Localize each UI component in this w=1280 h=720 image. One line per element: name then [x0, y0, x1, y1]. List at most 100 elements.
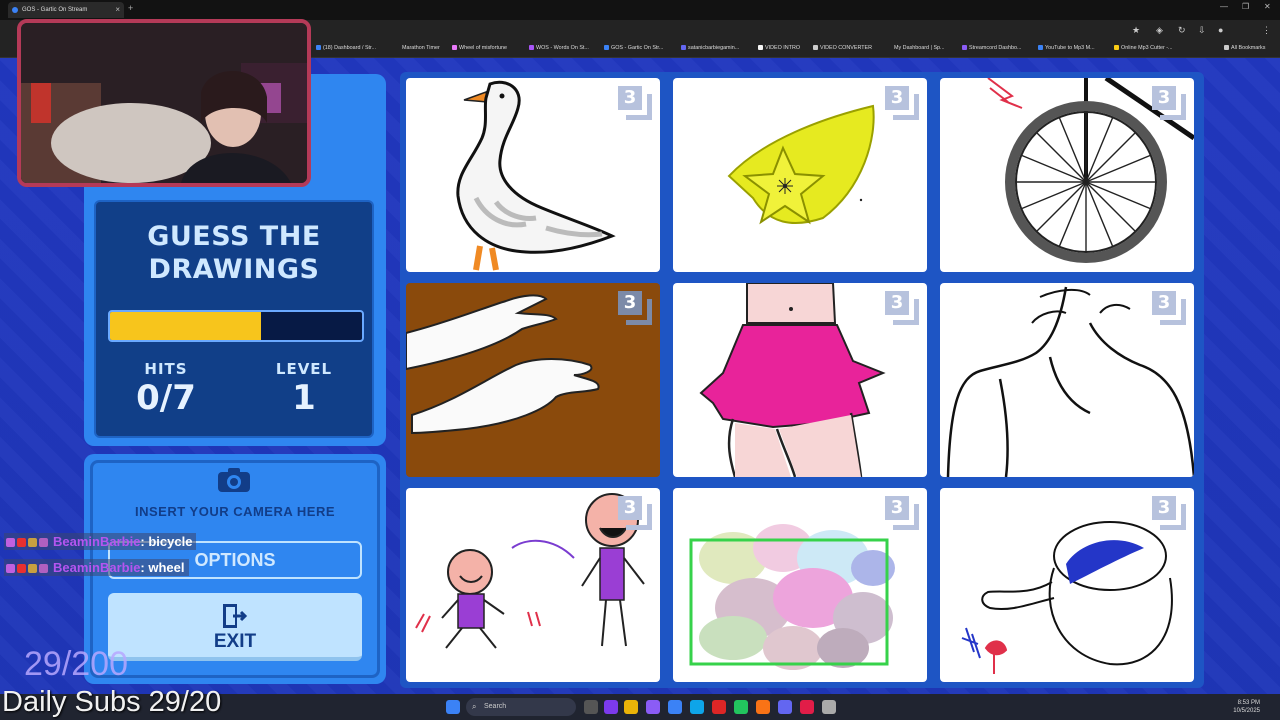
reload-icon[interactable]: ↻ — [1178, 25, 1186, 36]
page-title: GUESS THE DRAWINGS — [147, 221, 321, 285]
bookmark-item[interactable]: My Dashboard | Sp... — [894, 45, 945, 51]
bookmark-item[interactable]: GOS - Gartic On Str... — [604, 45, 663, 51]
bookmark-item[interactable]: YouTube to Mp3 M... — [1038, 45, 1095, 51]
bookmark-item[interactable]: (18) Dashboard / Str... — [316, 45, 376, 51]
app-icon[interactable] — [712, 700, 726, 714]
task-view-icon[interactable] — [584, 700, 598, 714]
badge-icon — [39, 564, 48, 573]
progress-fill — [110, 312, 262, 340]
webcam-overlay — [17, 19, 311, 187]
bookmark-item[interactable]: Wheel of misfortune — [452, 45, 507, 51]
chat-username: BeaminBarbie — [53, 534, 141, 549]
menu-icon[interactable]: ⋮ — [1262, 25, 1271, 36]
app-icon[interactable] — [604, 700, 618, 714]
app-icon[interactable] — [690, 700, 704, 714]
exit-door-icon — [223, 604, 248, 628]
level-value: 1 — [292, 378, 316, 418]
hits-label: HITS — [144, 360, 188, 378]
sub-goal-counter: 29/200 — [24, 645, 128, 683]
chrome-icon[interactable] — [756, 700, 770, 714]
exit-button[interactable]: EXIT — [108, 593, 362, 661]
chat-text: : bicycle — [140, 534, 193, 549]
points-badge: 3 — [1152, 291, 1186, 325]
drawing-card-skirt[interactable]: 3 — [673, 283, 927, 477]
bookmark-favicon-icon — [758, 45, 763, 50]
minimize-button[interactable]: — — [1220, 2, 1228, 11]
new-tab-button[interactable]: + — [128, 3, 133, 13]
browser-title-bar: GOS - Gartic On Stream × + — ❐ ✕ — [0, 0, 1280, 20]
drawing-card-bicycle-wheel[interactable]: 3 — [940, 78, 1194, 272]
profile-icon[interactable]: ● — [1218, 25, 1223, 35]
webcam-feed — [21, 23, 307, 183]
taskbar-search[interactable]: ⌕ Search — [466, 698, 576, 716]
level-label: LEVEL — [275, 360, 333, 378]
chat-badges — [6, 560, 50, 575]
app-icon[interactable] — [822, 700, 836, 714]
points-badge: 3 — [1152, 86, 1186, 120]
bookmark-favicon-icon — [1114, 45, 1119, 50]
chat-text: : wheel — [140, 560, 185, 575]
drawing-card-man-sketch[interactable]: 3 — [940, 283, 1194, 477]
chat-message: BeaminBarbie: wheel — [4, 559, 189, 576]
tab-close-icon[interactable]: × — [115, 2, 120, 18]
folder-icon — [1224, 45, 1229, 50]
bookmark-item[interactable]: Streamcord Dashbo... — [962, 45, 1021, 51]
badge-icon — [28, 538, 37, 547]
extension-icon[interactable]: ◈ — [1156, 25, 1163, 36]
browser-tab[interactable]: GOS - Gartic On Stream × — [8, 2, 124, 18]
badge-icon — [39, 538, 48, 547]
hits-value: 0/7 — [136, 378, 196, 418]
app-icon[interactable] — [800, 700, 814, 714]
points-badge: 3 — [618, 291, 652, 325]
start-icon[interactable] — [446, 700, 460, 714]
spotify-icon[interactable] — [734, 700, 748, 714]
bookmark-item[interactable]: WOS - Words On St... — [529, 45, 589, 51]
bookmark-item[interactable]: VIDEO CONVERTER — [813, 45, 872, 51]
points-badge: 3 — [885, 86, 919, 120]
badge-icon — [17, 538, 26, 547]
folder-icon[interactable] — [624, 700, 638, 714]
drawing-card-hands[interactable]: 3 — [406, 283, 660, 477]
points-badge: 3 — [885, 291, 919, 325]
chat-badges — [6, 534, 50, 549]
app-icon[interactable] — [646, 700, 660, 714]
camera-placeholder-text: INSERT YOUR CAMERA HERE — [134, 504, 336, 519]
badge-icon — [28, 564, 37, 573]
bookmark-item[interactable]: Online Mp3 Cutter -... — [1114, 45, 1173, 51]
drawings-grid: 3 3 3 3 3 3 3 3 3 — [400, 72, 1204, 688]
drawing-card-goose[interactable]: 3 — [406, 78, 660, 272]
bookmark-favicon-icon — [529, 45, 534, 50]
bookmark-favicon-icon — [452, 45, 457, 50]
camera-icon — [218, 468, 250, 492]
star-icon[interactable]: ★ — [1132, 25, 1140, 36]
taskbar-clock[interactable]: 8:53 PM 10/5/2025 — [1233, 699, 1260, 715]
bookmark-item[interactable]: Marathon Timer — [402, 45, 440, 51]
tab-title: GOS - Gartic On Stream — [22, 7, 88, 13]
bookmark-item[interactable]: VIDEO INTRO — [758, 45, 800, 51]
bookmark-favicon-icon — [604, 45, 609, 50]
chat-username: BeaminBarbie — [53, 560, 141, 575]
search-icon: ⌕ — [472, 702, 477, 711]
maximize-button[interactable]: ❐ — [1242, 2, 1249, 11]
drawing-card-color-blur[interactable]: 3 — [673, 488, 927, 682]
bookmark-favicon-icon — [813, 45, 818, 50]
app-icon[interactable] — [668, 700, 682, 714]
bookmark-favicon-icon — [1038, 45, 1043, 50]
close-window-button[interactable]: ✕ — [1264, 2, 1271, 11]
all-bookmarks[interactable]: All Bookmarks — [1224, 45, 1265, 51]
drawing-card-starfruit[interactable]: 3 — [673, 78, 927, 272]
wheel-spoke — [1036, 181, 1087, 232]
drawing-card-kids-ball[interactable]: 3 — [406, 488, 660, 682]
badge-icon — [6, 538, 15, 547]
round-progress-bar — [108, 310, 364, 342]
wheel-spoke — [1085, 132, 1136, 183]
wheel-spoke — [1085, 181, 1136, 232]
badge-icon — [6, 564, 15, 573]
drawing-card-teapot[interactable]: 3 — [940, 488, 1194, 682]
app-icon[interactable] — [778, 700, 792, 714]
bookmark-favicon-icon — [316, 45, 321, 50]
download-icon[interactable]: ⇩ — [1198, 25, 1206, 36]
points-badge: 3 — [618, 496, 652, 530]
bookmark-item[interactable]: satanicbarbiegamin... — [681, 45, 739, 51]
tab-favicon-icon — [12, 7, 18, 13]
